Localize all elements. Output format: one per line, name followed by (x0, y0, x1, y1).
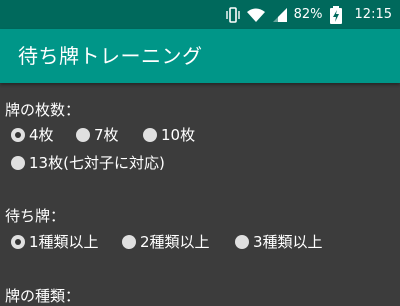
tile-types-label: 牌の種類： (5, 287, 81, 305)
radio-label: 7枚 (94, 126, 119, 144)
wifi-icon (246, 7, 266, 23)
radio-button-icon (122, 235, 136, 249)
tile-count-option-4[interactable]: 4枚 (11, 125, 54, 145)
battery-charging-icon (329, 5, 343, 24)
radio-label: 1種類以上 (29, 233, 99, 251)
status-clock: 12:15 (354, 7, 392, 22)
radio-label: 13枚(七対子に対応) (29, 154, 165, 172)
wait-tiles-option-1[interactable]: 1種類以上 (11, 232, 99, 252)
radio-button-icon (11, 128, 25, 142)
battery-percent: 82% (293, 7, 323, 22)
app-title: 待ち牌トレーニング (18, 44, 203, 68)
wait-tiles-option-3[interactable]: 3種類以上 (235, 232, 323, 252)
radio-label: 3種類以上 (253, 233, 323, 251)
tile-count-option-10[interactable]: 10枚 (143, 125, 195, 145)
radio-button-icon (76, 128, 90, 142)
status-icons: 82% 12:15 (225, 0, 392, 29)
radio-label: 2種類以上 (140, 233, 210, 251)
tile-count-option-13[interactable]: 13枚(七対子に対応) (11, 153, 165, 173)
wait-tiles-label: 待ち牌： (5, 207, 66, 225)
tile-count-label: 牌の枚数： (5, 101, 81, 119)
radio-button-icon (235, 235, 249, 249)
app-bar: 待ち牌トレーニング (0, 29, 400, 83)
radio-label: 4枚 (29, 126, 54, 144)
tile-count-option-7[interactable]: 7枚 (76, 125, 119, 145)
vibrate-icon (225, 6, 240, 23)
status-bar: 82% 12:15 (0, 0, 400, 29)
wait-tiles-option-2[interactable]: 2種類以上 (122, 232, 210, 252)
radio-label: 10枚 (161, 126, 196, 144)
signal-icon (272, 7, 288, 23)
radio-button-icon (11, 235, 25, 249)
radio-button-icon (143, 128, 157, 142)
radio-button-icon (11, 156, 25, 170)
